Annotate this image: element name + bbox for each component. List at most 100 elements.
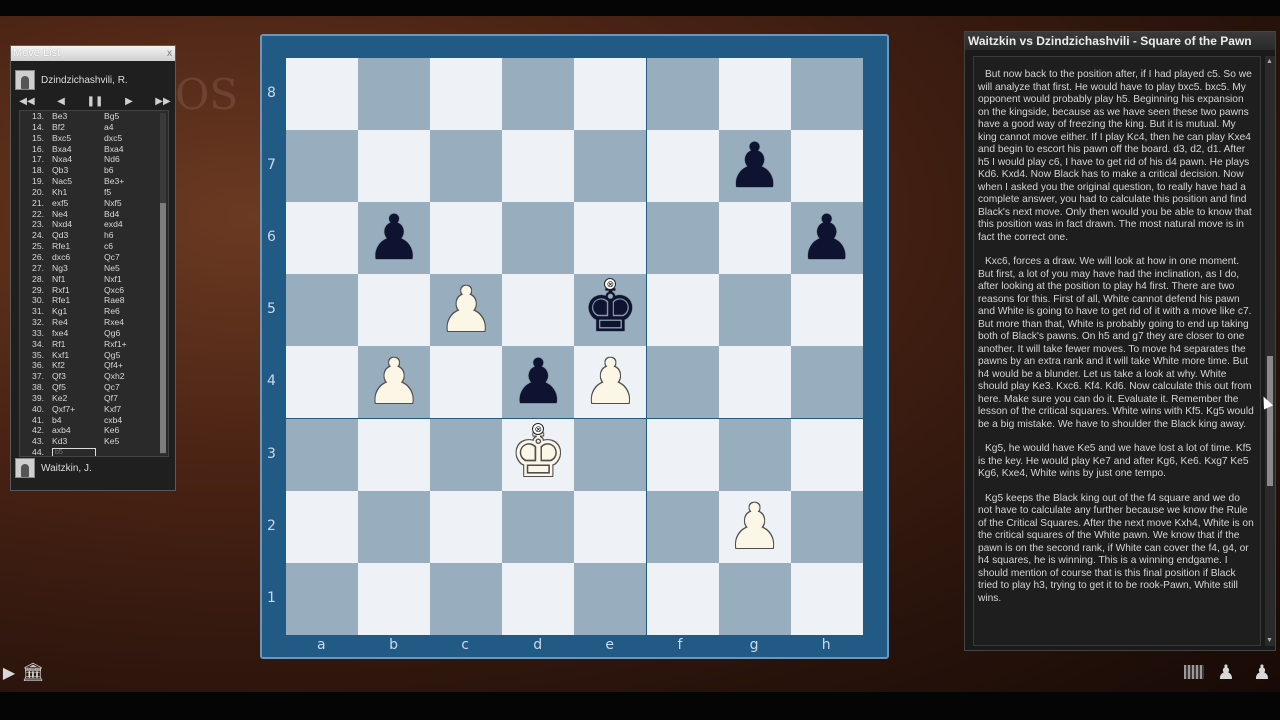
square-b1[interactable] [358, 562, 431, 635]
white-move[interactable]: Kf2 [52, 360, 104, 371]
square-e3[interactable] [574, 418, 647, 491]
black-move[interactable]: Qg6 [104, 328, 154, 339]
move-list-titlebar[interactable]: Move List x [11, 46, 175, 61]
move-row[interactable]: 33. fxe4 Qg6 [20, 328, 168, 339]
white-move[interactable]: Nxd4 [52, 219, 104, 230]
square-d2[interactable] [502, 490, 575, 563]
white-move[interactable]: Nf1 [52, 274, 104, 285]
square-g4[interactable] [718, 346, 791, 419]
square-e1[interactable] [574, 562, 647, 635]
black-move[interactable]: Qxh2 [104, 371, 154, 382]
black-move[interactable]: a4 [104, 122, 154, 133]
move-row[interactable]: 37. Qf3 Qxh2 [20, 371, 168, 382]
square-g1[interactable] [718, 562, 791, 635]
square-f1[interactable] [646, 562, 719, 635]
black-move[interactable]: Nd6 [104, 154, 154, 165]
white-move[interactable]: Qf3 [52, 371, 104, 382]
square-g6[interactable] [718, 202, 791, 275]
scroll-up-icon[interactable]: ▲ [1266, 58, 1273, 65]
square-f4[interactable] [646, 346, 719, 419]
square-a1[interactable] [286, 562, 359, 635]
square-g5[interactable] [718, 274, 791, 347]
play-icon[interactable]: ▶ [2, 662, 16, 684]
square-f7[interactable] [646, 130, 719, 203]
square-b3[interactable] [358, 418, 431, 491]
white-move[interactable]: Qb3 [52, 165, 104, 176]
move-row[interactable]: 32. Re4 Rxe4 [20, 317, 168, 328]
move-row[interactable]: 28. Nf1 Nxf1 [20, 274, 168, 285]
black-move[interactable]: Be3+ [104, 176, 154, 187]
square-a4[interactable] [286, 346, 359, 419]
white-move[interactable]: Qf5 [52, 382, 104, 393]
white-move[interactable]: Rfe1 [52, 295, 104, 306]
black-move[interactable]: Ne5 [104, 263, 154, 274]
move-row[interactable]: 38. Qf5 Qc7 [20, 382, 168, 393]
move-row[interactable]: 14. Bf2 a4 [20, 122, 168, 133]
white-move[interactable]: Bf2 [52, 122, 104, 133]
white-move[interactable]: Rfe1 [52, 241, 104, 252]
move-row[interactable]: 26. dxc6 Qc7 [20, 252, 168, 263]
black-pawn-d4[interactable]: ♟ [502, 346, 574, 418]
move-row[interactable]: 20. Kh1 f5 [20, 187, 168, 198]
black-move[interactable]: Qg5 [104, 350, 154, 361]
black-pawn-b6[interactable]: ♟ [358, 202, 430, 274]
black-move[interactable]: cxb4 [104, 415, 154, 426]
white-pawn-g2[interactable]: ♟ [719, 490, 791, 563]
move-list-scrollbar[interactable] [160, 113, 166, 454]
white-pawn-c5[interactable]: ♟ [430, 274, 502, 346]
black-move[interactable]: Qf4+ [104, 360, 154, 371]
piece-icon[interactable]: ♟ [1212, 660, 1240, 684]
black-move[interactable]: Ke6 [104, 425, 154, 436]
move-row[interactable]: 16. Bxa4 Bxa4 [20, 144, 168, 155]
white-move[interactable]: Ke2 [52, 393, 104, 404]
black-move[interactable]: Qxc6 [104, 285, 154, 296]
square-b8[interactable] [358, 58, 431, 131]
black-pawn-h6[interactable]: ♟ [791, 202, 863, 274]
white-move[interactable]: Nxa4 [52, 154, 104, 165]
move-row[interactable]: 13. Be3 Bg5 [20, 111, 168, 122]
black-move[interactable]: Kxf7 [104, 404, 154, 415]
move-row[interactable]: 19. Nac5 Be3+ [20, 176, 168, 187]
black-move[interactable]: Re6 [104, 306, 154, 317]
black-move[interactable]: f5 [104, 187, 154, 198]
square-c1[interactable] [430, 562, 503, 635]
last-move-button[interactable]: ▶▶ [153, 96, 173, 107]
current-move-input[interactable]: b5 [52, 448, 96, 456]
white-move[interactable]: Kd3 [52, 436, 104, 447]
black-move[interactable]: h6 [104, 230, 154, 241]
move-row[interactable]: 23. Nxd4 exd4 [20, 219, 168, 230]
black-move[interactable]: Rae8 [104, 295, 154, 306]
black-pawn-g7[interactable]: ♟ [719, 130, 791, 202]
move-row[interactable]: 27. Ng3 Ne5 [20, 263, 168, 274]
move-row[interactable]: 18. Qb3 b6 [20, 165, 168, 176]
white-move[interactable]: Qd3 [52, 230, 104, 241]
white-move[interactable]: b4 [52, 415, 104, 426]
white-pawn-b4[interactable]: ♟ [358, 346, 430, 418]
move-row[interactable]: 43. Kd3 Ke5 [20, 436, 168, 447]
white-move[interactable]: fxe4 [52, 328, 104, 339]
black-move[interactable]: Bd4 [104, 209, 154, 220]
black-move[interactable]: Nxf1 [104, 274, 154, 285]
black-move[interactable]: b6 [104, 165, 154, 176]
square-e2[interactable] [574, 490, 647, 563]
white-move[interactable]: Bxa4 [52, 144, 104, 155]
grid-icon[interactable] [1182, 662, 1206, 682]
square-a3[interactable] [286, 418, 359, 491]
square-c4[interactable] [430, 346, 503, 419]
white-pawn-e4[interactable]: ♟ [574, 346, 646, 418]
scrollbar-thumb[interactable] [160, 203, 166, 453]
square-a5[interactable] [286, 274, 359, 347]
move-row[interactable]: 35. Kxf1 Qg5 [20, 350, 168, 361]
scroll-down-icon[interactable]: ▼ [1266, 637, 1273, 644]
white-move[interactable]: Be3 [52, 111, 104, 122]
white-move[interactable]: Rxf1 [52, 285, 104, 296]
square-c7[interactable] [430, 130, 503, 203]
white-move[interactable]: dxc6 [52, 252, 104, 263]
move-row[interactable]: 41. b4 cxb4 [20, 415, 168, 426]
black-move[interactable]: Rxe4 [104, 317, 154, 328]
square-h7[interactable] [790, 130, 863, 203]
move-row[interactable]: 24. Qd3 h6 [20, 230, 168, 241]
move-row[interactable]: 36. Kf2 Qf4+ [20, 360, 168, 371]
square-f2[interactable] [646, 490, 719, 563]
first-move-button[interactable]: ◀◀ [17, 96, 37, 107]
